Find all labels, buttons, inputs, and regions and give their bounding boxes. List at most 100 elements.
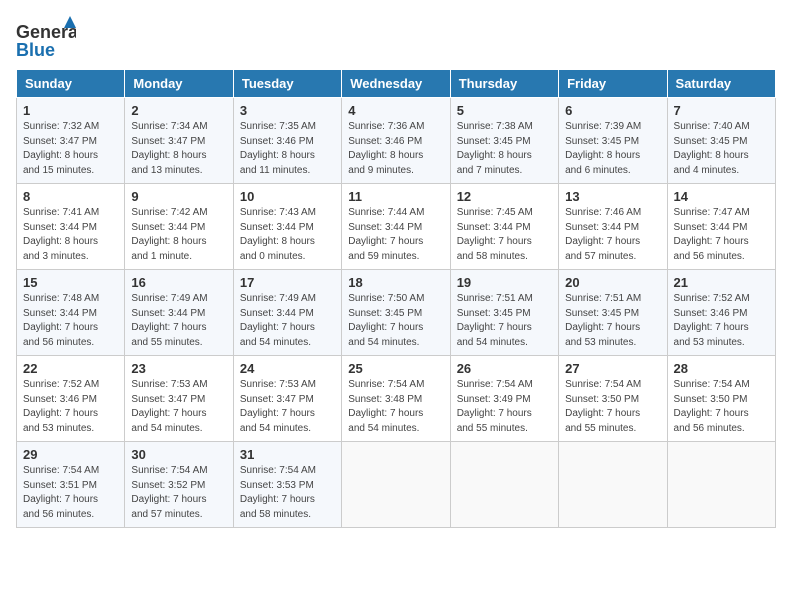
day-info: Sunrise: 7:52 AM Sunset: 3:46 PM Dayligh… (674, 292, 769, 350)
day-number: 10 (240, 189, 335, 204)
day-number: 4 (348, 103, 443, 118)
logo-icon: General Blue (16, 16, 76, 61)
calendar-day-cell: 12 Sunrise: 7:45 AM Sunset: 3:44 PM Dayli… (450, 184, 558, 270)
day-info: Sunrise: 7:46 AM Sunset: 3:44 PM Dayligh… (565, 206, 660, 264)
day-number: 15 (23, 275, 118, 290)
calendar-day-cell: 3 Sunrise: 7:35 AM Sunset: 3:46 PM Daylig… (233, 98, 341, 184)
calendar-day-cell: 14 Sunrise: 7:47 AM Sunset: 3:44 PM Dayli… (667, 184, 775, 270)
calendar-day-cell (559, 442, 667, 528)
calendar-day-cell: 24 Sunrise: 7:53 AM Sunset: 3:47 PM Dayli… (233, 356, 341, 442)
calendar-day-cell: 22 Sunrise: 7:52 AM Sunset: 3:46 PM Dayli… (17, 356, 125, 442)
day-info: Sunrise: 7:50 AM Sunset: 3:45 PM Dayligh… (348, 292, 443, 350)
day-number: 25 (348, 361, 443, 376)
calendar-day-cell: 2 Sunrise: 7:34 AM Sunset: 3:47 PM Daylig… (125, 98, 233, 184)
day-number: 5 (457, 103, 552, 118)
day-info: Sunrise: 7:54 AM Sunset: 3:48 PM Dayligh… (348, 378, 443, 436)
calendar-day-cell: 21 Sunrise: 7:52 AM Sunset: 3:46 PM Dayli… (667, 270, 775, 356)
calendar-day-cell: 13 Sunrise: 7:46 AM Sunset: 3:44 PM Dayli… (559, 184, 667, 270)
calendar-day-cell: 19Sunrise: 7:51 AM Sunset: 3:45 PM Dayli… (450, 270, 558, 356)
day-info: Sunrise: 7:38 AM Sunset: 3:45 PM Dayligh… (457, 120, 552, 178)
weekday-header-row: SundayMondayTuesdayWednesdayThursdayFrid… (17, 70, 776, 98)
calendar-day-cell: 30Sunrise: 7:54 AM Sunset: 3:52 PM Dayli… (125, 442, 233, 528)
calendar-day-cell: 6 Sunrise: 7:39 AM Sunset: 3:45 PM Daylig… (559, 98, 667, 184)
calendar-week-row: 8Sunrise: 7:41 AM Sunset: 3:44 PM Daylig… (17, 184, 776, 270)
day-number: 11 (348, 189, 443, 204)
day-number: 9 (131, 189, 226, 204)
calendar-day-cell: 7Sunrise: 7:40 AM Sunset: 3:45 PM Daylig… (667, 98, 775, 184)
calendar-day-cell: 15 Sunrise: 7:48 AM Sunset: 3:44 PM Dayli… (17, 270, 125, 356)
calendar-day-cell: 10 Sunrise: 7:43 AM Sunset: 3:44 PM Dayli… (233, 184, 341, 270)
day-number: 13 (565, 189, 660, 204)
day-info: Sunrise: 7:35 AM Sunset: 3:46 PM Dayligh… (240, 120, 335, 178)
day-number: 2 (131, 103, 226, 118)
day-info: Sunrise: 7:43 AM Sunset: 3:44 PM Dayligh… (240, 206, 335, 264)
svg-text:Blue: Blue (16, 40, 55, 60)
day-number: 24 (240, 361, 335, 376)
calendar-day-cell: 17 Sunrise: 7:49 AM Sunset: 3:44 PM Dayli… (233, 270, 341, 356)
day-info: Sunrise: 7:49 AM Sunset: 3:44 PM Dayligh… (131, 292, 226, 350)
day-number: 27 (565, 361, 660, 376)
day-number: 17 (240, 275, 335, 290)
day-number: 18 (348, 275, 443, 290)
day-info: Sunrise: 7:47 AM Sunset: 3:44 PM Dayligh… (674, 206, 769, 264)
day-number: 23 (131, 361, 226, 376)
day-info: Sunrise: 7:51 AM Sunset: 3:45 PM Dayligh… (457, 292, 552, 350)
calendar-day-cell: 31 Sunrise: 7:54 AM Sunset: 3:53 PM Dayli… (233, 442, 341, 528)
weekday-header-cell: Sunday (17, 70, 125, 98)
calendar-table: SundayMondayTuesdayWednesdayThursdayFrid… (16, 69, 776, 528)
day-number: 3 (240, 103, 335, 118)
calendar-day-cell: 25 Sunrise: 7:54 AM Sunset: 3:48 PM Dayli… (342, 356, 450, 442)
day-info: Sunrise: 7:54 AM Sunset: 3:50 PM Dayligh… (565, 378, 660, 436)
day-info: Sunrise: 7:54 AM Sunset: 3:52 PM Dayligh… (131, 464, 226, 522)
calendar-day-cell: 16 Sunrise: 7:49 AM Sunset: 3:44 PM Dayli… (125, 270, 233, 356)
day-info: Sunrise: 7:34 AM Sunset: 3:47 PM Dayligh… (131, 120, 226, 178)
calendar-day-cell: 11 Sunrise: 7:44 AM Sunset: 3:44 PM Dayli… (342, 184, 450, 270)
day-info: Sunrise: 7:45 AM Sunset: 3:44 PM Dayligh… (457, 206, 552, 264)
day-info: Sunrise: 7:48 AM Sunset: 3:44 PM Dayligh… (23, 292, 118, 350)
calendar-day-cell (342, 442, 450, 528)
calendar-day-cell: 26Sunrise: 7:54 AM Sunset: 3:49 PM Dayli… (450, 356, 558, 442)
weekday-header-cell: Friday (559, 70, 667, 98)
day-info: Sunrise: 7:42 AM Sunset: 3:44 PM Dayligh… (131, 206, 226, 264)
day-number: 6 (565, 103, 660, 118)
day-number: 16 (131, 275, 226, 290)
calendar-day-cell: 18 Sunrise: 7:50 AM Sunset: 3:45 PM Dayli… (342, 270, 450, 356)
day-info: Sunrise: 7:54 AM Sunset: 3:50 PM Dayligh… (674, 378, 769, 436)
day-info: Sunrise: 7:32 AM Sunset: 3:47 PM Dayligh… (23, 120, 118, 178)
calendar-day-cell (667, 442, 775, 528)
day-info: Sunrise: 7:52 AM Sunset: 3:46 PM Dayligh… (23, 378, 118, 436)
calendar-day-cell: 4 Sunrise: 7:36 AM Sunset: 3:46 PM Daylig… (342, 98, 450, 184)
calendar-day-cell: 20 Sunrise: 7:51 AM Sunset: 3:45 PM Dayli… (559, 270, 667, 356)
calendar-day-cell: 27 Sunrise: 7:54 AM Sunset: 3:50 PM Dayli… (559, 356, 667, 442)
day-number: 20 (565, 275, 660, 290)
day-info: Sunrise: 7:39 AM Sunset: 3:45 PM Dayligh… (565, 120, 660, 178)
day-number: 26 (457, 361, 552, 376)
day-info: Sunrise: 7:40 AM Sunset: 3:45 PM Dayligh… (674, 120, 769, 178)
weekday-header-cell: Saturday (667, 70, 775, 98)
weekday-header-cell: Monday (125, 70, 233, 98)
calendar-day-cell (450, 442, 558, 528)
day-info: Sunrise: 7:53 AM Sunset: 3:47 PM Dayligh… (240, 378, 335, 436)
calendar-day-cell: 9 Sunrise: 7:42 AM Sunset: 3:44 PM Daylig… (125, 184, 233, 270)
calendar-week-row: 1Sunrise: 7:32 AM Sunset: 3:47 PM Daylig… (17, 98, 776, 184)
day-info: Sunrise: 7:36 AM Sunset: 3:46 PM Dayligh… (348, 120, 443, 178)
calendar-day-cell: 1Sunrise: 7:32 AM Sunset: 3:47 PM Daylig… (17, 98, 125, 184)
day-info: Sunrise: 7:49 AM Sunset: 3:44 PM Dayligh… (240, 292, 335, 350)
day-number: 22 (23, 361, 118, 376)
page-header: General Blue (16, 16, 776, 61)
day-info: Sunrise: 7:54 AM Sunset: 3:53 PM Dayligh… (240, 464, 335, 522)
day-info: Sunrise: 7:51 AM Sunset: 3:45 PM Dayligh… (565, 292, 660, 350)
calendar-day-cell: 29Sunrise: 7:54 AM Sunset: 3:51 PM Dayli… (17, 442, 125, 528)
day-info: Sunrise: 7:54 AM Sunset: 3:51 PM Dayligh… (23, 464, 118, 522)
day-number: 14 (674, 189, 769, 204)
day-number: 8 (23, 189, 118, 204)
calendar-week-row: 22 Sunrise: 7:52 AM Sunset: 3:46 PM Dayli… (17, 356, 776, 442)
day-info: Sunrise: 7:44 AM Sunset: 3:44 PM Dayligh… (348, 206, 443, 264)
calendar-day-cell: 23Sunrise: 7:53 AM Sunset: 3:47 PM Dayli… (125, 356, 233, 442)
day-number: 21 (674, 275, 769, 290)
calendar-day-cell: 5 Sunrise: 7:38 AM Sunset: 3:45 PM Daylig… (450, 98, 558, 184)
logo: General Blue (16, 16, 76, 61)
day-number: 28 (674, 361, 769, 376)
day-number: 31 (240, 447, 335, 462)
day-number: 12 (457, 189, 552, 204)
